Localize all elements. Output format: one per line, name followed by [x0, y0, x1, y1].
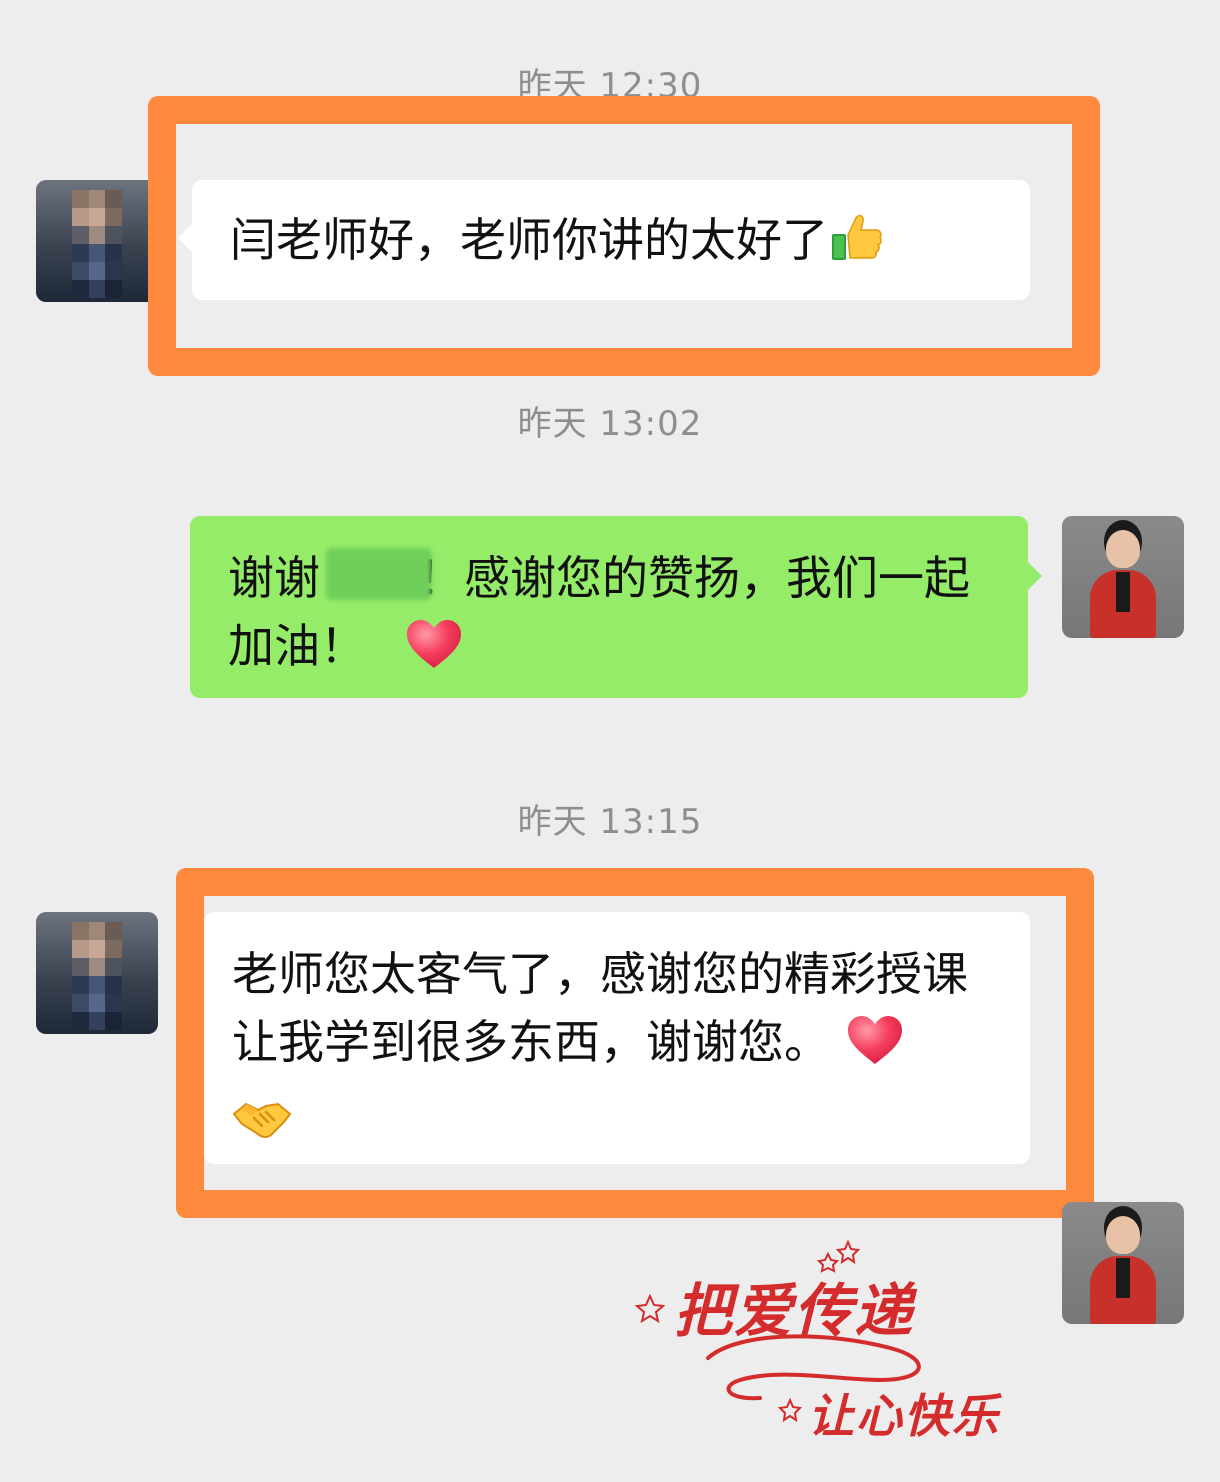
- thumbs-up-icon: [828, 208, 884, 282]
- redaction-blur: [326, 548, 432, 600]
- timestamp-2: 昨天 13:02: [517, 404, 703, 444]
- message-bubble-self-1[interactable]: 谢谢 ！感谢您的赞扬，我们一起加油！: [190, 516, 1028, 698]
- handshake-icon: [232, 1092, 292, 1160]
- heart-icon: [405, 618, 463, 688]
- heart-icon: [846, 1014, 904, 1084]
- message-bubble-peer-2[interactable]: 老师您太客气了，感谢您的精彩授课让我学到很多东西，谢谢您。: [204, 912, 1030, 1164]
- avatar-mosaic: [72, 922, 122, 1030]
- peer-avatar[interactable]: [36, 912, 158, 1034]
- self-avatar[interactable]: [1062, 516, 1184, 638]
- avatar-mosaic: [72, 190, 122, 298]
- bubble-tail: [178, 224, 192, 252]
- love-sticker[interactable]: 把爱传递 让心快乐: [630, 1239, 1050, 1450]
- timestamp-3: 昨天 13:15: [517, 802, 703, 842]
- message-text: 闫老师好，老师你讲的太好了: [230, 213, 828, 267]
- peer-avatar[interactable]: [36, 180, 158, 302]
- message-text-part-1: 谢谢: [228, 551, 320, 605]
- sticker-text-line1: 把爱传递: [674, 1279, 915, 1344]
- bubble-tail: [1028, 562, 1042, 590]
- message-bubble-peer-1[interactable]: 闫老师好，老师你讲的太好了: [192, 180, 1030, 300]
- sticker-text-line2: 让心快乐: [808, 1390, 1000, 1442]
- self-avatar[interactable]: [1062, 1202, 1184, 1324]
